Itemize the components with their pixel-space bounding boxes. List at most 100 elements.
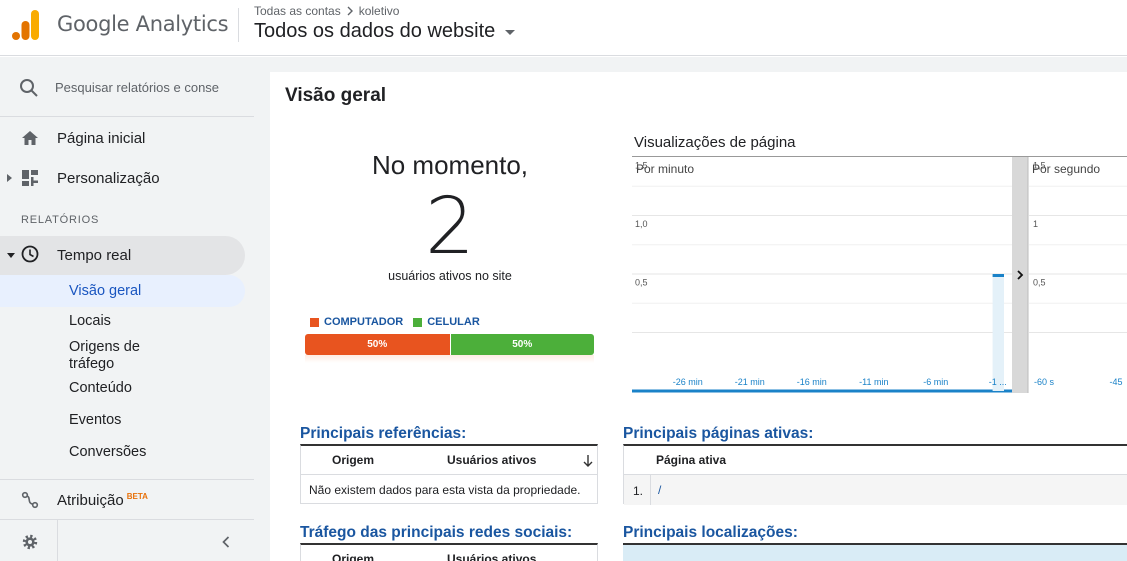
sidebar-item-attribution[interactable]: Atribuição BETA [0, 482, 254, 518]
overview-card: Visão geral No momento, 2 usuários ativo… [270, 72, 1127, 561]
sidebar-subitem-label: Eventos [69, 412, 122, 428]
beta-badge: BETA [126, 491, 148, 501]
sidebar-subitem-events[interactable]: Eventos [0, 412, 245, 432]
sidebar-subitem-traffic-sources[interactable]: Origens de tráfego [0, 339, 245, 375]
empty-message: Não existem dados para esta vista da pro… [309, 483, 581, 497]
legend-desktop: COMPUTADOR [310, 316, 403, 328]
gear-icon[interactable] [21, 533, 39, 551]
column-header-source[interactable]: Origem [332, 453, 374, 467]
breadcrumb-account[interactable]: Todas as contas [254, 4, 341, 18]
sidebar-subitem-label: Visão geral [69, 283, 142, 299]
referrals-table: Origem Usuários ativos Não existem dados… [300, 444, 598, 504]
column-header-active-users[interactable]: Usuários ativos [447, 552, 536, 561]
sidebar-item-realtime[interactable]: Tempo real [0, 236, 245, 275]
sidebar-footer [0, 519, 254, 561]
column-header-source[interactable]: Origem [332, 552, 374, 561]
segment-label: 50% [512, 339, 533, 350]
sidebar-item-label: Atribuição BETA [57, 492, 148, 509]
sidebar-subitem-conversions[interactable]: Conversões [0, 444, 245, 464]
x-tick-label: -11 min [859, 377, 888, 387]
search-icon[interactable] [19, 78, 39, 98]
analytics-app: Google Analytics Todas as contas koletiv… [0, 0, 1127, 561]
breadcrumb-property[interactable]: koletivo [359, 4, 400, 18]
caret-down-icon[interactable] [505, 30, 516, 35]
page-path-link[interactable]: / [658, 483, 661, 497]
x-tick-label: -45 [1109, 377, 1122, 387]
active-pages-title: Principais páginas ativas: [623, 425, 814, 442]
brand-name[interactable]: Google Analytics [57, 12, 229, 36]
sidebar-subitem-overview[interactable]: Visão geral [0, 275, 245, 307]
dashboard-icon [22, 170, 38, 186]
sidebar-subitem-label: Conversões [69, 444, 147, 460]
view-selector[interactable]: Todos os dados do website [254, 20, 516, 43]
collapse-arrow-icon[interactable] [7, 253, 15, 258]
breadcrumb[interactable]: Todas as contas koletivo [254, 4, 399, 18]
x-tick-label: -21 min [735, 377, 765, 387]
x-tick-label: -6 min [923, 377, 948, 387]
y-tick-label: 0,5 [1033, 278, 1046, 288]
expand-arrow-icon[interactable] [7, 174, 12, 182]
device-split-bar: 50% 50% [305, 334, 594, 355]
social-traffic-table: Origem Usuários ativos [300, 543, 598, 561]
referrals-title: Principais referências: [300, 425, 467, 442]
desktop-segment[interactable]: 50% [305, 334, 450, 355]
main-content: Visão geral No momento, 2 usuários ativo… [270, 57, 1127, 561]
table-row[interactable]: 1. / [624, 475, 1127, 505]
y-tick-label: 1,5 [635, 161, 648, 171]
legend-label: COMPUTADOR [324, 316, 404, 328]
column-header-active-page[interactable]: Página ativa [656, 453, 726, 467]
attribution-label: Atribuição [57, 491, 124, 509]
pageviews-chart: Por minuto Por segundo 0,5 1,0 1,5 0,5 1 1,5… [632, 156, 1127, 393]
legend-swatch [413, 317, 423, 327]
legend-mobile: CELULAR [413, 316, 480, 328]
chevron-left-icon[interactable] [219, 535, 233, 549]
clock-icon [21, 245, 39, 263]
page-title: Visão geral [285, 85, 387, 106]
sidebar-item-label: Tempo real [57, 247, 132, 264]
sidebar-subitem-label: Origens de tráfego [69, 339, 140, 372]
segment-label: 50% [367, 339, 388, 350]
view-name[interactable]: Todos os dados do website [254, 20, 495, 43]
attribution-icon [21, 491, 39, 509]
top-header: Google Analytics Todas as contas koletiv… [0, 0, 1127, 56]
google-analytics-logo-icon[interactable] [12, 10, 40, 40]
legend-swatch [310, 317, 319, 327]
mobile-segment[interactable]: 50% [449, 334, 594, 355]
reports-section-label: RELATÓRIOS [21, 214, 100, 226]
sidebar-item-customization[interactable]: Personalização [0, 160, 254, 196]
home-icon [22, 131, 38, 145]
search-input[interactable] [55, 75, 227, 99]
x-tick-label: -26 min [673, 377, 703, 387]
panel-splitter[interactable] [1012, 157, 1028, 393]
locations-map[interactable] [623, 543, 1127, 561]
sidebar-divider [0, 479, 254, 480]
header-rule [301, 474, 597, 475]
sort-down-icon[interactable] [582, 454, 594, 468]
sidebar-item-label: Página inicial [57, 129, 146, 147]
sidebar-item-home[interactable]: Página inicial [0, 120, 254, 156]
pageviews-title: Visualizações de página [634, 134, 796, 151]
active-users-caption: usuários ativos no site [388, 269, 512, 283]
bar-reflection [305, 355, 594, 363]
social-traffic-title: Tráfego das principais redes sociais: [300, 524, 573, 541]
bar-top [992, 274, 1004, 277]
sidebar: Página inicial Personalização RELATÓRIOS… [0, 57, 270, 561]
row-divider [650, 475, 651, 505]
y-tick-label: 1,5 [1033, 161, 1046, 171]
y-tick-label: 1 [1033, 219, 1038, 229]
active-users-count: 2 [425, 182, 475, 272]
pageviews-chart-svg: Por minuto Por segundo 0,51,01,5 0,511,5… [632, 157, 1127, 393]
sidebar-subitem-label: Conteúdo [69, 380, 132, 396]
sidebar-subitem-locations[interactable]: Locais [0, 313, 245, 333]
sidebar-subitem-content[interactable]: Conteúdo [0, 380, 245, 400]
sidebar-subitem-label: Locais [69, 313, 111, 329]
now-label: No momento, [371, 150, 529, 180]
y-tick-label: 1,0 [635, 219, 648, 229]
column-header-active-users[interactable]: Usuários ativos [447, 453, 536, 467]
x-tick-label: -60 s [1034, 377, 1055, 387]
active-pages-table: Página ativa 1. / [623, 444, 1127, 505]
locations-title: Principais localizações: [623, 524, 798, 541]
row-rank: 1. [633, 484, 644, 498]
legend-label: CELULAR [427, 316, 480, 328]
x-tick-label: -16 min [797, 377, 827, 387]
